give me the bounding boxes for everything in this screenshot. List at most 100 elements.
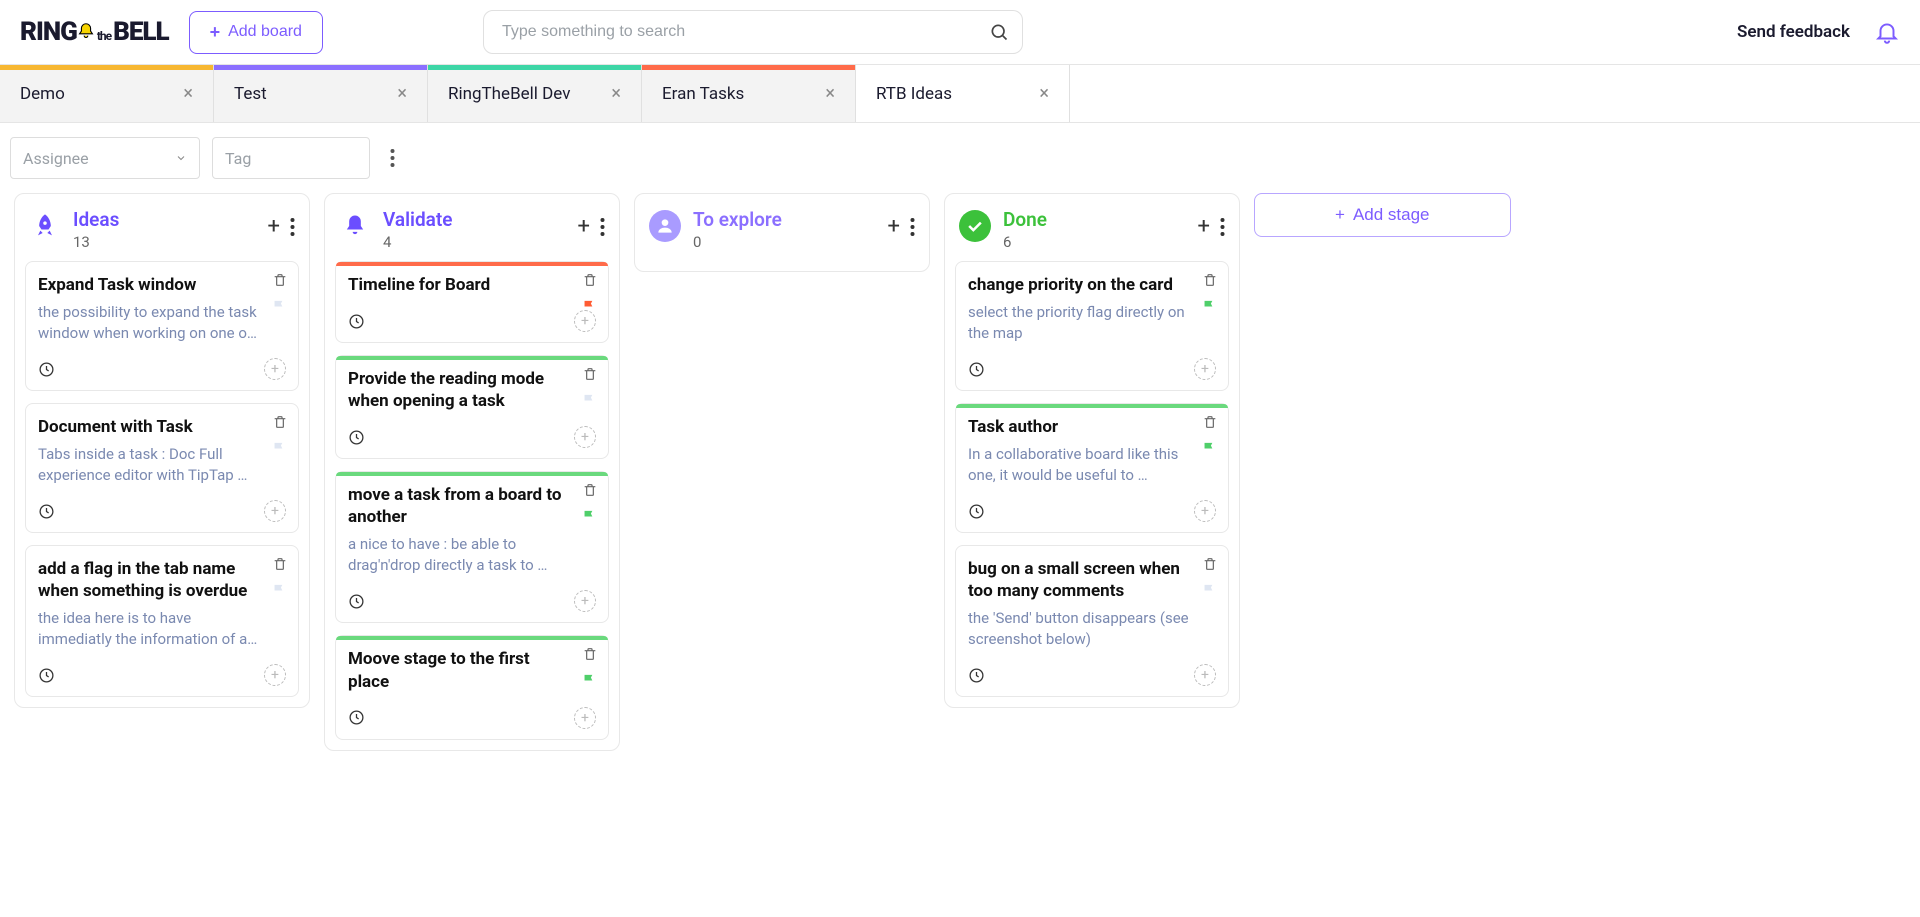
flag-icon[interactable] xyxy=(581,298,598,315)
task-card[interactable]: Task author In a collaborative board lik… xyxy=(955,403,1229,533)
assignee-select[interactable]: Assignee xyxy=(10,137,200,179)
notifications-icon[interactable] xyxy=(1874,19,1900,45)
task-card[interactable]: Moove stage to the first place + xyxy=(335,635,609,739)
flag-icon[interactable] xyxy=(581,392,598,409)
person-icon xyxy=(649,210,681,242)
filters-more-icon[interactable] xyxy=(382,140,403,176)
trash-icon[interactable] xyxy=(1202,414,1218,430)
trash-icon[interactable] xyxy=(1202,556,1218,572)
card-title: Document with Task xyxy=(38,416,286,438)
add-assignee-icon[interactable]: + xyxy=(1194,500,1216,522)
clock-icon[interactable] xyxy=(38,667,55,684)
column-more-icon[interactable] xyxy=(600,217,605,237)
add-card-icon[interactable]: + xyxy=(268,214,280,239)
add-assignee-icon[interactable]: + xyxy=(574,707,596,729)
tab-rtb-ideas[interactable]: RTB Ideas × xyxy=(856,65,1070,122)
card-side-actions xyxy=(1201,272,1218,315)
search-input[interactable] xyxy=(483,10,1023,54)
trash-icon[interactable] xyxy=(1202,272,1218,288)
trash-icon[interactable] xyxy=(272,272,288,288)
add-assignee-icon[interactable]: + xyxy=(264,358,286,380)
column-actions: + xyxy=(888,214,915,239)
flag-icon[interactable] xyxy=(271,298,288,315)
clock-icon[interactable] xyxy=(968,503,985,520)
clock-icon[interactable] xyxy=(38,361,55,378)
card-title: Moove stage to the first place xyxy=(348,648,596,692)
tag-select[interactable]: Tag xyxy=(212,137,370,179)
flag-icon[interactable] xyxy=(581,672,598,689)
cards-list xyxy=(635,261,929,271)
clock-icon[interactable] xyxy=(348,593,365,610)
card-title: Expand Task window xyxy=(38,274,286,296)
task-card[interactable]: move a task from a board to another a ni… xyxy=(335,471,609,623)
add-board-button[interactable]: + Add board xyxy=(189,11,323,54)
add-stage-label: Add stage xyxy=(1353,205,1430,225)
search-icon[interactable] xyxy=(989,22,1009,42)
add-card-icon[interactable]: + xyxy=(888,214,900,239)
clock-icon[interactable] xyxy=(968,361,985,378)
trash-icon[interactable] xyxy=(582,482,598,498)
clock-icon[interactable] xyxy=(348,709,365,726)
flag-icon[interactable] xyxy=(581,508,598,525)
tab-color-bar xyxy=(428,65,641,70)
close-icon[interactable]: × xyxy=(183,83,193,104)
trash-icon[interactable] xyxy=(582,366,598,382)
add-stage-button[interactable]: +Add stage xyxy=(1254,193,1511,237)
column-title: Validate xyxy=(383,208,566,231)
add-card-icon[interactable]: + xyxy=(1198,214,1210,239)
flag-icon[interactable] xyxy=(1201,298,1218,315)
close-icon[interactable]: × xyxy=(1039,83,1049,104)
clock-icon[interactable] xyxy=(348,313,365,330)
column-more-icon[interactable] xyxy=(290,217,295,237)
tab-eran-tasks[interactable]: Eran Tasks × xyxy=(642,65,856,122)
task-card[interactable]: Provide the reading mode when opening a … xyxy=(335,355,609,459)
tab-label: Eran Tasks xyxy=(662,84,744,104)
card-side-actions xyxy=(581,646,598,689)
task-card[interactable]: Document with Task Tabs inside a task : … xyxy=(25,403,299,533)
card-side-actions xyxy=(581,482,598,525)
card-description: a nice to have : be able to drag'n'drop … xyxy=(348,534,596,576)
header-right: Send feedback xyxy=(1737,19,1900,45)
trash-icon[interactable] xyxy=(272,556,288,572)
task-card[interactable]: Timeline for Board + xyxy=(335,261,609,343)
task-card[interactable]: bug on a small screen when too many comm… xyxy=(955,545,1229,697)
add-card-icon[interactable]: + xyxy=(578,214,590,239)
card-description: Tabs inside a task : Doc Full experience… xyxy=(38,444,286,486)
close-icon[interactable]: × xyxy=(397,83,407,104)
flag-icon[interactable] xyxy=(271,440,288,457)
flag-icon[interactable] xyxy=(271,582,288,599)
task-card[interactable]: change priority on the card select the p… xyxy=(955,261,1229,391)
add-assignee-icon[interactable]: + xyxy=(264,664,286,686)
trash-icon[interactable] xyxy=(582,272,598,288)
tab-demo[interactable]: Demo × xyxy=(0,65,214,122)
add-assignee-icon[interactable]: + xyxy=(574,426,596,448)
trash-icon[interactable] xyxy=(582,646,598,662)
add-assignee-icon[interactable]: + xyxy=(1194,358,1216,380)
flag-icon[interactable] xyxy=(1201,440,1218,457)
column-more-icon[interactable] xyxy=(1220,217,1225,237)
flag-icon[interactable] xyxy=(1201,582,1218,599)
add-assignee-icon[interactable]: + xyxy=(574,590,596,612)
clock-icon[interactable] xyxy=(38,503,55,520)
column-more-icon[interactable] xyxy=(910,217,915,237)
column-title-wrap: To explore 0 xyxy=(693,208,876,251)
tab-test[interactable]: Test × xyxy=(214,65,428,122)
tag-placeholder: Tag xyxy=(225,149,251,168)
trash-icon[interactable] xyxy=(272,414,288,430)
clock-icon[interactable] xyxy=(348,429,365,446)
card-side-actions xyxy=(271,414,288,457)
tab-ringthebell-dev[interactable]: RingTheBell Dev × xyxy=(428,65,642,122)
task-card[interactable]: add a flag in the tab name when somethin… xyxy=(25,545,299,697)
column-header: Done 6 + xyxy=(945,194,1239,261)
card-title: bug on a small screen when too many comm… xyxy=(968,558,1216,602)
filters-row: Assignee Tag xyxy=(0,123,1920,193)
close-icon[interactable]: × xyxy=(825,83,835,104)
add-assignee-icon[interactable]: + xyxy=(1194,664,1216,686)
task-card[interactable]: Expand Task window the possibility to ex… xyxy=(25,261,299,391)
clock-icon[interactable] xyxy=(968,667,985,684)
close-icon[interactable]: × xyxy=(611,83,621,104)
column-count: 0 xyxy=(693,233,876,251)
column-done: Done 6 + change priority on the card sel… xyxy=(944,193,1240,708)
send-feedback-link[interactable]: Send feedback xyxy=(1737,22,1850,42)
add-assignee-icon[interactable]: + xyxy=(264,500,286,522)
